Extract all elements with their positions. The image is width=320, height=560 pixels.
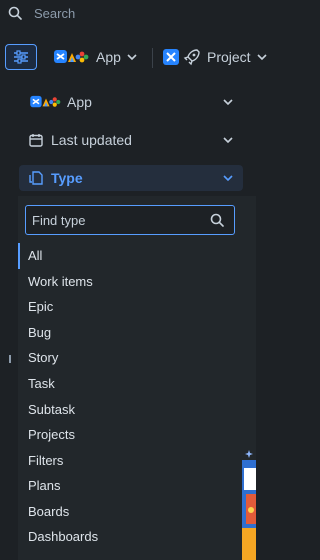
- type-option-work-items[interactable]: Work items: [28, 274, 93, 289]
- type-option-bug[interactable]: Bug: [28, 325, 51, 340]
- last-updated-label: Last updated: [51, 132, 132, 148]
- jira-icon: [163, 49, 179, 65]
- chevron-down-icon: [223, 175, 233, 182]
- app-logos-icon: [30, 95, 61, 108]
- document-icon: [29, 171, 43, 185]
- side-marker: [9, 355, 11, 363]
- chevron-down-icon: [257, 54, 267, 61]
- type-filter-row[interactable]: Type: [19, 165, 243, 191]
- search-icon: [8, 6, 22, 20]
- rocket-icon: [183, 49, 200, 66]
- filter-toggle-button[interactable]: [5, 44, 37, 70]
- type-option-plans[interactable]: Plans: [28, 478, 61, 493]
- decorative-illustration: [242, 450, 256, 560]
- project-filter-button[interactable]: Project: [163, 45, 267, 69]
- project-filter-label: Project: [207, 49, 251, 65]
- app-logos-icon: [54, 50, 89, 63]
- search-icon: [210, 213, 224, 227]
- type-option-all[interactable]: All: [28, 248, 42, 263]
- type-option-dashboards[interactable]: Dashboards: [28, 529, 98, 544]
- type-option-filters[interactable]: Filters: [28, 453, 63, 468]
- type-option-story[interactable]: Story: [28, 350, 58, 365]
- type-option-epic[interactable]: Epic: [28, 299, 53, 314]
- app-filter-label: App: [96, 49, 121, 65]
- chevron-down-icon: [223, 137, 233, 144]
- sliders-icon: [14, 50, 28, 64]
- app-filter-button[interactable]: App: [54, 45, 137, 69]
- app-filter-row-label: App: [67, 94, 92, 110]
- toolbar-divider: [152, 48, 153, 68]
- type-filter-label: Type: [51, 170, 83, 186]
- selected-item-indicator: [18, 243, 20, 269]
- type-option-projects[interactable]: Projects: [28, 427, 75, 442]
- type-option-boards[interactable]: Boards: [28, 504, 69, 519]
- chevron-down-icon: [127, 54, 137, 61]
- last-updated-filter-row[interactable]: Last updated: [19, 127, 243, 153]
- find-type-input[interactable]: Find type: [25, 205, 235, 235]
- type-option-subtask[interactable]: Subtask: [28, 402, 75, 417]
- search-placeholder: Search: [34, 6, 76, 21]
- calendar-icon: [29, 134, 43, 147]
- top-search-bar[interactable]: Search: [0, 0, 256, 28]
- chevron-down-icon: [223, 99, 233, 106]
- find-type-placeholder: Find type: [32, 213, 86, 228]
- app-filter-row[interactable]: App: [19, 89, 243, 115]
- type-option-task[interactable]: Task: [28, 376, 55, 391]
